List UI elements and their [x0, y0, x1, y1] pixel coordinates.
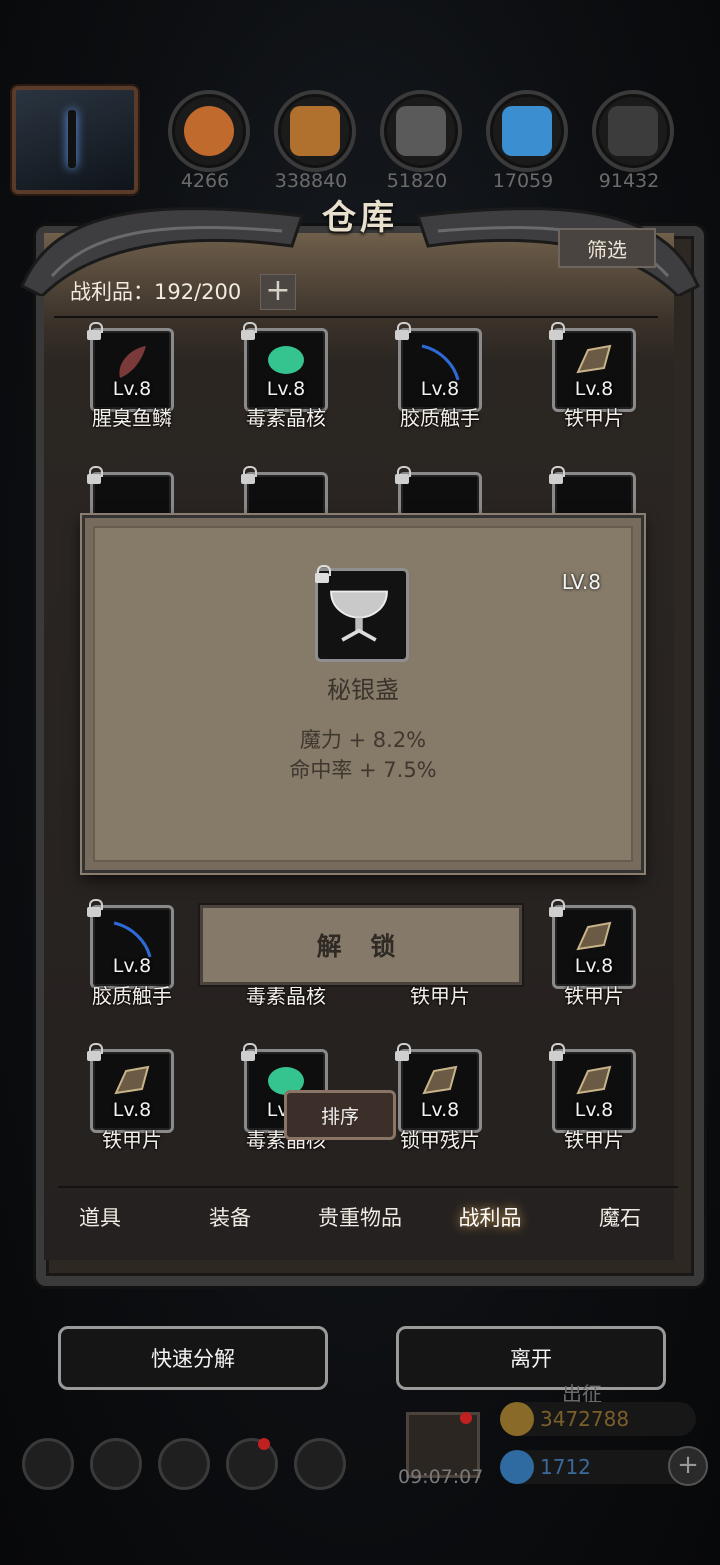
armor-shard-icon	[422, 1065, 458, 1095]
silver-chalice-icon	[330, 590, 388, 642]
item-slot[interactable]: Lv.8	[549, 322, 636, 412]
item-level: Lv.8	[112, 955, 152, 977]
armor-shard-icon	[576, 344, 612, 374]
handshake-icon[interactable]	[294, 1438, 346, 1490]
tentacle-icon	[113, 921, 152, 958]
gift-timer: 09:07:07	[398, 1466, 484, 1488]
gem-value: 1712	[540, 1455, 591, 1479]
item-name: 腥臭鱼鳞	[92, 406, 172, 430]
blue-gem-icon	[500, 1450, 534, 1484]
item-level: Lv.8	[574, 378, 614, 400]
item-name: 铁甲片	[564, 984, 624, 1008]
item-slot[interactable]: Lv.8	[395, 322, 482, 412]
item-name: 胶质触手	[400, 406, 480, 430]
divider	[54, 316, 658, 318]
item-level: Lv.8	[420, 378, 460, 400]
wood-plank-icon	[290, 106, 340, 156]
gem-counter: 1712	[500, 1450, 696, 1484]
lock-icon	[86, 1043, 103, 1061]
lock-icon	[394, 1043, 411, 1061]
resource-slot-ore[interactable]	[168, 90, 250, 172]
expand-capacity-button[interactable]: +	[260, 274, 296, 310]
item-level: Lv.8	[420, 1099, 460, 1121]
tab-equipment[interactable]: 装备	[170, 1202, 290, 1232]
item-level: Lv.8	[112, 378, 152, 400]
item-slot[interactable]: Lv.8	[241, 322, 328, 412]
item-level: Lv.8	[574, 1099, 614, 1121]
detail-stat-magic: 魔力 + 8.2%	[299, 728, 427, 752]
mail-notification-dot	[258, 1438, 270, 1450]
capacity-label: 战利品：192/200	[70, 280, 242, 304]
leave-button[interactable]: 离开	[396, 1326, 666, 1390]
tab-props[interactable]: 道具	[40, 1202, 160, 1232]
item-slot[interactable]: Lv.8	[395, 1043, 482, 1133]
resource-slot-iron[interactable]	[380, 90, 462, 172]
lock-icon	[548, 1043, 565, 1061]
item-name: 铁甲片	[564, 1128, 624, 1152]
tab-loot[interactable]: 战利品	[430, 1202, 550, 1232]
resource-slot-wood[interactable]	[274, 90, 356, 172]
lock-icon	[86, 899, 103, 917]
lock-icon	[86, 466, 103, 484]
item-name: 胶质触手	[92, 984, 172, 1008]
item-name: 铁甲片	[564, 406, 624, 430]
item-name: 铁甲片	[102, 1128, 162, 1152]
scale-icon	[119, 346, 146, 378]
green-gem-icon	[268, 346, 304, 374]
lock-icon	[240, 466, 257, 484]
detail-stat-hit-rate: 命中率 + 7.5%	[289, 758, 437, 782]
item-detail-modal: LV.8 秘银盏 魔力 + 8.2% 命中率 + 7.5%	[82, 515, 644, 873]
lock-icon	[548, 899, 565, 917]
portrait-figure	[68, 110, 76, 168]
dark-ingot-icon	[608, 106, 658, 156]
lock-icon	[394, 322, 411, 340]
lock-icon	[548, 322, 565, 340]
tab-valuables[interactable]: 贵重物品	[300, 1202, 420, 1232]
lock-icon	[240, 1043, 257, 1061]
item-name: 毒素晶核	[246, 406, 326, 430]
gift-notification-dot	[460, 1412, 472, 1424]
lock-icon	[240, 322, 257, 340]
item-level: Lv.8	[574, 955, 614, 977]
tentacle-icon	[421, 344, 460, 381]
item-slot[interactable]: Lv.8	[549, 899, 636, 989]
resource-slot-crystal[interactable]	[486, 90, 568, 172]
category-tabs: 道具 装备 贵重物品 战利品 魔石	[58, 1186, 678, 1258]
item-slot[interactable]: Lv.8	[87, 1043, 174, 1133]
detail-level: LV.8	[561, 570, 601, 594]
item-level: Lv.8	[112, 1099, 152, 1121]
armor-shard-icon	[576, 921, 612, 951]
unlock-button[interactable]: 解 锁	[200, 905, 522, 985]
lock-icon	[86, 322, 103, 340]
armor-shard-icon	[576, 1065, 612, 1095]
item-slot[interactable]: Lv.8	[87, 322, 174, 412]
settings-gear-icon[interactable]	[22, 1438, 74, 1490]
armor-shard-icon	[114, 1065, 150, 1095]
resource-slot-dark[interactable]	[592, 90, 674, 172]
gold-value: 3472788	[540, 1407, 630, 1431]
tab-magic-stone[interactable]: 魔石	[560, 1202, 680, 1232]
panel-title: 仓库	[322, 198, 398, 238]
mail-icon[interactable]	[226, 1438, 278, 1490]
detail-item-name: 秘银盏	[327, 676, 399, 704]
sort-button[interactable]: 排序	[284, 1090, 396, 1140]
lock-icon	[394, 466, 411, 484]
filter-button[interactable]: 筛选	[558, 228, 656, 268]
castle-icon[interactable]	[158, 1438, 210, 1490]
item-level: Lv.8	[266, 378, 306, 400]
star-icon[interactable]	[90, 1438, 142, 1490]
gold-counter: 3472788	[500, 1402, 696, 1436]
blue-crystal-icon	[502, 106, 552, 156]
ore-orange-icon	[184, 106, 234, 156]
item-slot[interactable]: Lv.8	[87, 899, 174, 989]
lock-icon	[548, 466, 565, 484]
detail-item-frame	[314, 565, 409, 662]
iron-ingot-icon	[396, 106, 446, 156]
lock-icon	[314, 565, 331, 583]
gold-coin-icon	[500, 1402, 534, 1436]
add-currency-button[interactable]: +	[668, 1446, 708, 1486]
quick-decompose-button[interactable]: 快速分解	[58, 1326, 328, 1390]
item-slot[interactable]: Lv.8	[549, 1043, 636, 1133]
